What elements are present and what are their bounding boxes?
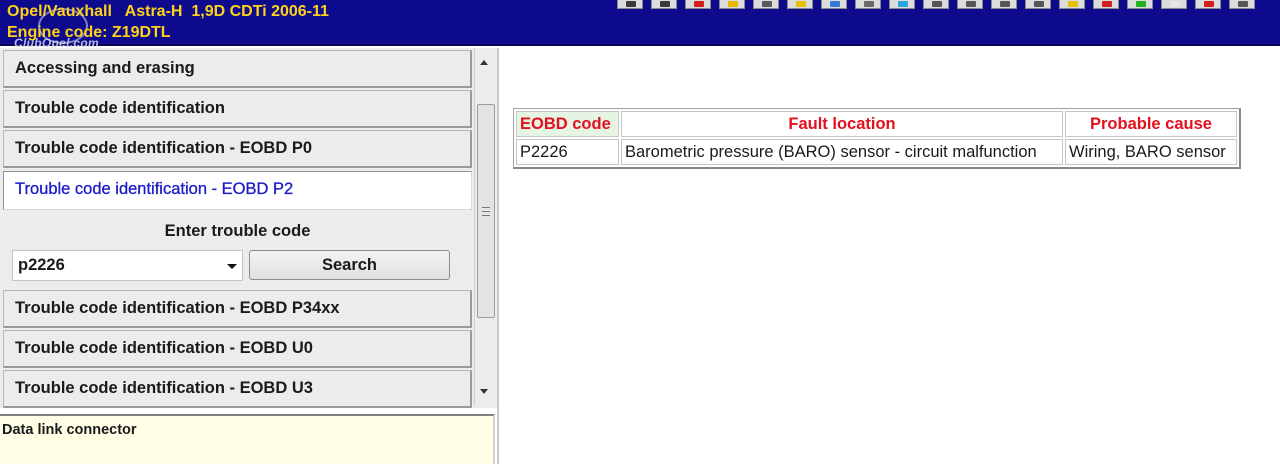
folder-icon[interactable] <box>787 0 813 9</box>
vehicle-title: Opel/Vauxhall Astra-H 1,9D CDTi 2006-11 <box>7 3 329 20</box>
dropdown-arrow-icon[interactable] <box>227 264 237 269</box>
info-text: Data link connector <box>2 422 137 438</box>
menu-item-label: Trouble code identification - EOBD U0 <box>15 339 313 357</box>
cell-eobd-code: P2226 <box>516 139 619 165</box>
menu-item-label: Trouble code identification - EOBD P2 <box>15 180 294 198</box>
menu-item-accessing-erasing[interactable]: Accessing and erasing <box>3 50 472 88</box>
scroll-down-arrow-icon[interactable] <box>480 389 488 394</box>
menu-item-eobd-u0[interactable]: Trouble code identification - EOBD U0 <box>3 330 472 368</box>
yellow-tool-icon[interactable] <box>719 0 745 9</box>
column-header-eobd-code: EOBD code <box>516 111 619 137</box>
help-icon[interactable] <box>1229 0 1255 9</box>
document-icon[interactable] <box>753 0 779 9</box>
table-header-row: EOBD code Fault location Probable cause <box>516 111 1237 137</box>
column-header-probable-cause: Probable cause <box>1065 111 1237 137</box>
results-table: EOBD code Fault location Probable cause … <box>513 108 1241 169</box>
pointer-icon[interactable] <box>651 0 677 9</box>
red-check-icon[interactable] <box>1093 0 1119 9</box>
edit-icon[interactable] <box>1025 0 1051 9</box>
menu-item-trouble-code-identification[interactable]: Trouble code identification <box>3 90 472 128</box>
close-window-icon[interactable] <box>1195 0 1221 9</box>
toolbar <box>617 0 1277 10</box>
disk-icon[interactable] <box>855 0 881 9</box>
scrollbar-thumb[interactable] <box>477 104 495 318</box>
enter-code-label: Enter trouble code <box>164 222 311 240</box>
menu-item-label: Trouble code identification <box>15 99 225 117</box>
menu-item-eobd-p34xx[interactable]: Trouble code identification - EOBD P34xx <box>3 290 472 328</box>
menu-item-eobd-u3[interactable]: Trouble code identification - EOBD U3 <box>3 370 472 408</box>
trouble-code-combobox[interactable]: p2226 <box>12 250 243 281</box>
globe-icon[interactable] <box>821 0 847 9</box>
cursor-icon[interactable] <box>617 0 643 9</box>
printer-setup-icon[interactable] <box>991 0 1017 9</box>
menu-item-label: Trouble code identification - EOBD P0 <box>15 139 313 157</box>
navigation-panel: Accessing and erasing Trouble code ident… <box>0 48 497 408</box>
table-row[interactable]: P2226 Barometric pressure (BARO) sensor … <box>516 139 1237 165</box>
menu-item-label: Accessing and erasing <box>15 59 195 77</box>
yellow-check-icon[interactable] <box>1059 0 1085 9</box>
menu-scrollbar[interactable] <box>474 48 496 406</box>
red-tool-icon[interactable] <box>685 0 711 9</box>
grip-icon <box>482 207 490 216</box>
network-icon[interactable] <box>957 0 983 9</box>
panel-splitter[interactable] <box>497 48 499 464</box>
menu-item-eobd-p0[interactable]: Trouble code identification - EOBD P0 <box>3 130 472 168</box>
green-check-icon[interactable] <box>1127 0 1153 9</box>
info-panel: Data link connector <box>0 414 495 464</box>
menu-item-label: Trouble code identification - EOBD U3 <box>15 379 313 397</box>
cell-fault-location: Barometric pressure (BARO) sensor - circ… <box>621 139 1063 165</box>
column-header-fault-location: Fault location <box>621 111 1063 137</box>
window-icon[interactable] <box>1161 0 1187 9</box>
menu-item-eobd-p2[interactable]: Trouble code identification - EOBD P2 <box>3 171 472 210</box>
scroll-up-arrow-icon[interactable] <box>480 60 488 65</box>
image-icon[interactable] <box>889 0 915 9</box>
trouble-code-value: p2226 <box>18 256 65 274</box>
search-button[interactable]: Search <box>249 250 450 280</box>
printer-icon[interactable] <box>923 0 949 9</box>
title-bar: Opel/Vauxhall Astra-H 1,9D CDTi 2006-11 … <box>0 0 1280 50</box>
code-entry-panel: Enter trouble code p2226 Search <box>3 214 472 294</box>
cell-probable-cause: Wiring, BARO sensor <box>1065 139 1237 165</box>
menu-item-label: Trouble code identification - EOBD P34xx <box>15 299 340 317</box>
